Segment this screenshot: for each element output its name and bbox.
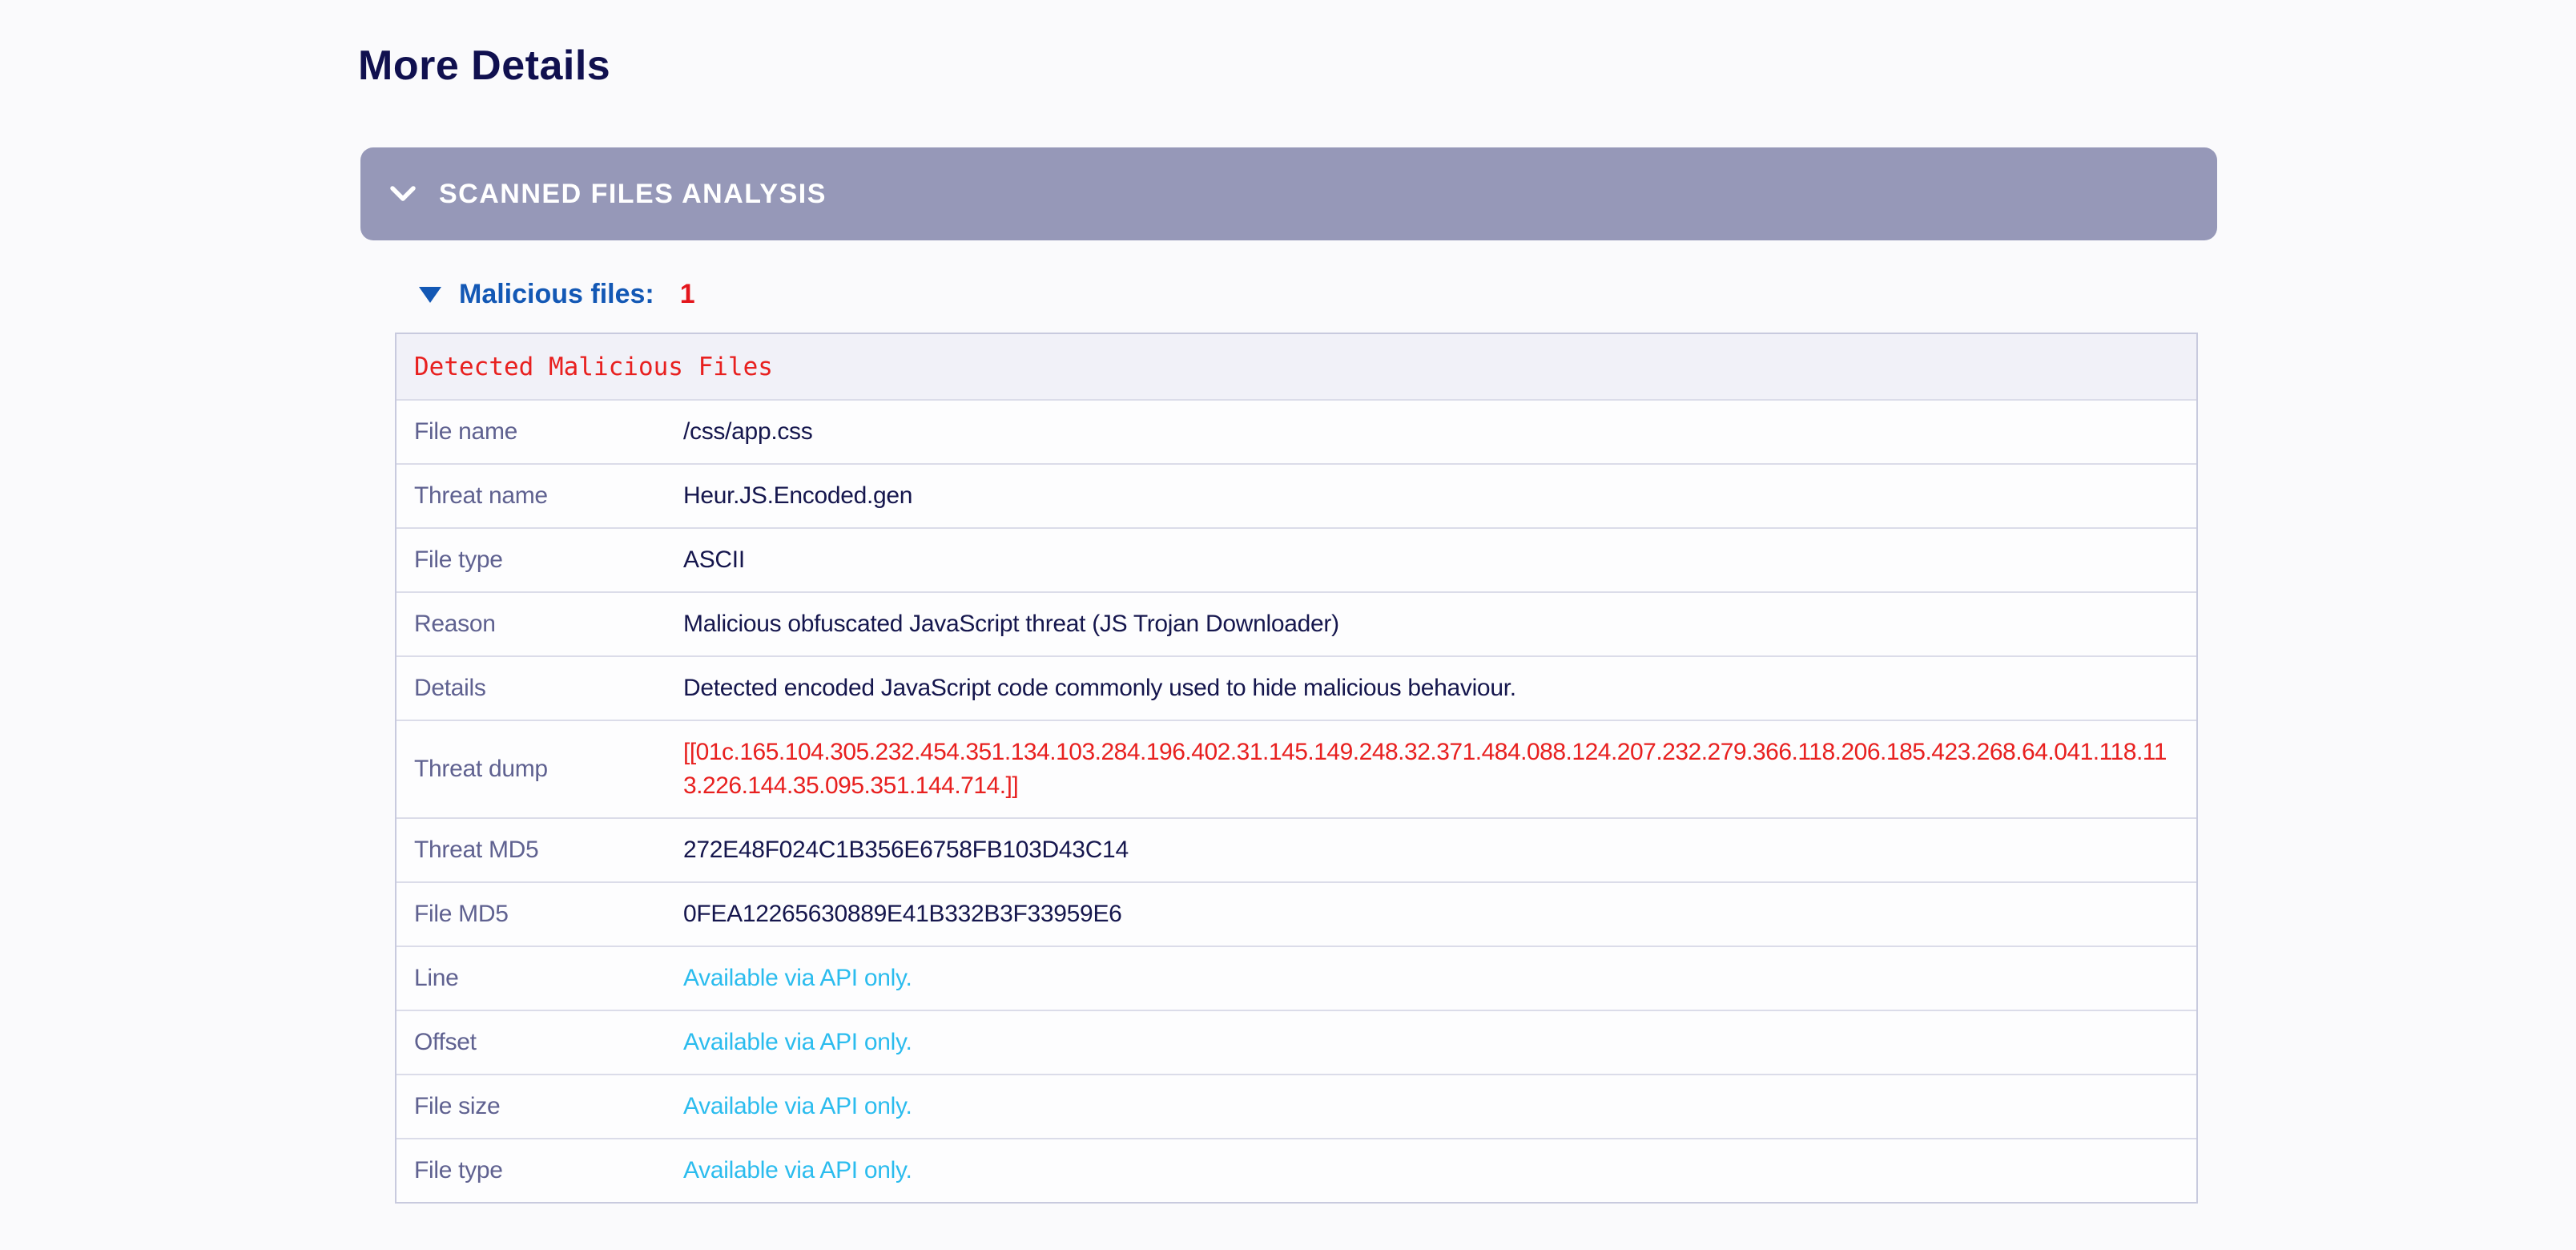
table-row: File MD5 0FEA12265630889E41B332B3F33959E… xyxy=(396,881,2196,946)
more-details-page: More Details SCANNED FILES ANALYSIS Mali… xyxy=(0,0,2576,1204)
row-label: Threat dump xyxy=(396,756,683,783)
table-row: File name /css/app.css xyxy=(396,399,2196,463)
malicious-files-label: Malicious files: xyxy=(459,279,654,310)
row-value: Malicious obfuscated JavaScript threat (… xyxy=(683,607,2196,641)
row-label: Offset xyxy=(396,1029,683,1056)
malicious-files-toggle[interactable]: Malicious files: 1 xyxy=(419,279,2576,310)
row-value: ASCII xyxy=(683,543,2196,577)
chevron-down-icon xyxy=(389,185,417,203)
row-label: File type xyxy=(396,546,683,574)
row-label: Threat MD5 xyxy=(396,837,683,864)
row-value: 0FEA12265630889E41B332B3F33959E6 xyxy=(683,897,2196,931)
row-value-api-only: Available via API only. xyxy=(683,1090,2196,1123)
table-row: Details Detected encoded JavaScript code… xyxy=(396,655,2196,720)
table-row: Threat MD5 272E48F024C1B356E6758FB103D43… xyxy=(396,817,2196,881)
scanned-files-analysis-header[interactable]: SCANNED FILES ANALYSIS xyxy=(360,147,2217,240)
table-row: File type Available via API only. xyxy=(396,1138,2196,1202)
row-label: Reason xyxy=(396,611,683,638)
row-value-api-only: Available via API only. xyxy=(683,1026,2196,1059)
table-row: Reason Malicious obfuscated JavaScript t… xyxy=(396,591,2196,655)
page-title: More Details xyxy=(358,42,2576,90)
row-label: File MD5 xyxy=(396,901,683,928)
triangle-down-icon xyxy=(419,287,441,303)
row-value: 272E48F024C1B356E6758FB103D43C14 xyxy=(683,833,2196,867)
row-label: Line xyxy=(396,965,683,992)
row-value-api-only: Available via API only. xyxy=(683,1154,2196,1188)
row-label: Threat name xyxy=(396,482,683,510)
table-row-threat-dump: Threat dump [[01c.165.104.305.232.454.35… xyxy=(396,720,2196,817)
row-value-api-only: Available via API only. xyxy=(683,962,2196,995)
table-row: Line Available via API only. xyxy=(396,946,2196,1010)
table-row: Threat name Heur.JS.Encoded.gen xyxy=(396,463,2196,527)
row-value: Detected encoded JavaScript code commonl… xyxy=(683,671,2196,705)
row-value: /css/app.css xyxy=(683,415,2196,449)
malicious-files-count: 1 xyxy=(680,279,695,310)
table-row: File size Available via API only. xyxy=(396,1074,2196,1138)
table-row: Offset Available via API only. xyxy=(396,1010,2196,1074)
table-row: File type ASCII xyxy=(396,527,2196,591)
row-label: File name xyxy=(396,418,683,446)
row-label: File type xyxy=(396,1157,683,1184)
row-label: Details xyxy=(396,675,683,702)
section-title: SCANNED FILES ANALYSIS xyxy=(439,179,827,210)
row-value-threat-dump: [[01c.165.104.305.232.454.351.134.103.28… xyxy=(683,736,2196,803)
row-value: Heur.JS.Encoded.gen xyxy=(683,479,2196,513)
detected-malicious-files-table: Detected Malicious Files File name /css/… xyxy=(395,333,2198,1204)
table-header: Detected Malicious Files xyxy=(396,334,2196,399)
row-label: File size xyxy=(396,1093,683,1120)
